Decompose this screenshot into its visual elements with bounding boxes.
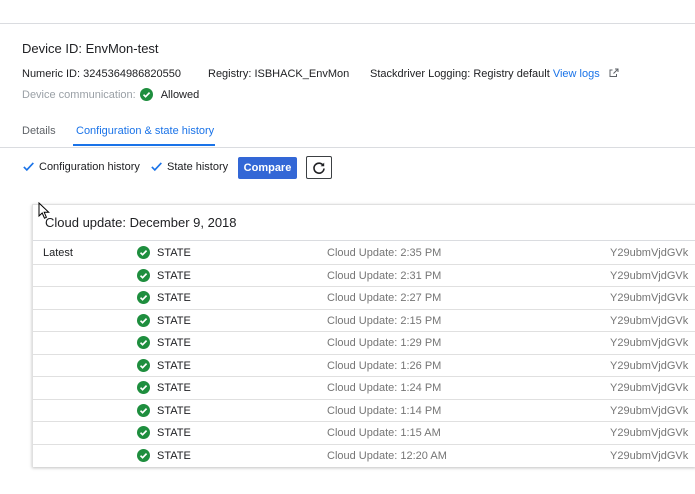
entry-type: STATE (157, 427, 191, 439)
update-time: Cloud Update: 1:29 PM (327, 337, 442, 349)
history-row[interactable]: Latest STATE Cloud Update: 2:35 PM Y29ubmVj… (33, 242, 695, 265)
history-row[interactable]: STATE Cloud Update: 2:27 PM Y29ubmVjdGVk (33, 287, 695, 310)
history-row[interactable]: STATE Cloud Update: 1:14 PM Y29ubmVjdGVk (33, 400, 695, 422)
checkmark-icon (151, 162, 162, 172)
history-row[interactable]: STATE Cloud Update: 2:15 PM Y29ubmVjdGVk (33, 310, 695, 332)
history-row[interactable]: STATE Cloud Update: 12:20 AM Y29ubmVjdGVk (33, 445, 695, 468)
check-circle-icon (137, 313, 150, 327)
version-value: Y29ubmVjdGVk (610, 337, 689, 349)
active-tab-indicator (73, 144, 215, 146)
history-row[interactable]: STATE Cloud Update: 1:24 PM Y29ubmVjdGVk (33, 377, 695, 400)
version-value: Y29ubmVjdGVk (610, 427, 689, 439)
tab-configuration-state-history[interactable]: Configuration & state history (76, 125, 214, 137)
update-time: Cloud Update: 1:26 PM (327, 359, 442, 372)
numeric-id: Numeric ID: 3245364986820550 (22, 68, 182, 80)
check-circle-icon (137, 403, 150, 417)
update-time: Cloud Update: 2:15 PM (327, 314, 442, 327)
communication-label: Device communication: (22, 88, 136, 101)
version-value: Y29ubmVjdGVk (610, 359, 689, 372)
history-row[interactable]: STATE Cloud Update: 1:15 AM Y29ubmVjdGVk (33, 422, 695, 445)
tab-details[interactable]: Details (22, 125, 56, 137)
entry-type: STATE (157, 337, 191, 349)
configuration-history-checkbox[interactable]: Configuration history (22, 160, 140, 173)
entry-type: STATE (157, 314, 191, 327)
state-history-label: State history (167, 160, 229, 173)
update-time: Cloud Update: 1:15 AM (327, 427, 441, 439)
state-history-checkbox[interactable]: State history (150, 160, 228, 173)
update-time: Cloud Update: 1:24 PM (327, 382, 442, 394)
update-time: Cloud Update: 2:31 PM (327, 269, 442, 282)
device-communication: Device communication: Allowed (22, 88, 199, 101)
version-value: Y29ubmVjdGVk (610, 382, 689, 394)
check-circle-icon (137, 448, 150, 462)
check-circle-icon (137, 358, 150, 372)
entry-type: STATE (157, 404, 191, 417)
divider (33, 240, 695, 241)
update-time: Cloud Update: 1:14 PM (327, 404, 442, 417)
version-value: Y29ubmVjdGVk (610, 292, 689, 304)
check-circle-icon (137, 336, 150, 349)
logging-label: Stackdriver Logging: Registry default (370, 68, 550, 80)
mouse-pointer-icon (38, 202, 50, 219)
version-value: Y29ubmVjdGVk (610, 449, 689, 462)
history-row[interactable]: STATE Cloud Update: 1:29 PM Y29ubmVjdGVk (33, 332, 695, 355)
check-circle-icon (137, 381, 150, 394)
version-value: Y29ubmVjdGVk (610, 314, 689, 327)
history-row[interactable]: STATE Cloud Update: 1:26 PM Y29ubmVjdGVk (33, 355, 695, 377)
update-time: Cloud Update: 12:20 AM (327, 449, 447, 462)
refresh-button[interactable] (306, 156, 332, 179)
entry-type: STATE (157, 247, 191, 259)
check-circle-icon (139, 88, 153, 101)
logging-info: Stackdriver Logging: Registry default Vi… (370, 68, 619, 81)
version-value: Y29ubmVjdGVk (610, 269, 689, 282)
view-logs-link[interactable]: View logs (553, 68, 600, 80)
device-title: Device ID: EnvMon-test (22, 41, 159, 56)
history-row[interactable]: STATE Cloud Update: 2:31 PM Y29ubmVjdGVk (33, 265, 695, 287)
refresh-icon (313, 161, 325, 174)
update-time: Cloud Update: 2:27 PM (327, 292, 442, 304)
history-date-heading: Cloud update: December 9, 2018 (45, 215, 237, 230)
check-circle-icon (137, 246, 150, 259)
entry-type: STATE (157, 382, 191, 394)
external-link-icon[interactable] (609, 68, 619, 81)
history-panel: Cloud update: December 9, 2018 Latest STA… (32, 204, 695, 467)
entry-type: STATE (157, 269, 191, 282)
history-list: Latest STATE Cloud Update: 2:35 PM Y29ubmVj… (33, 242, 695, 467)
configuration-history-label: Configuration history (39, 160, 140, 173)
entry-type: STATE (157, 449, 191, 462)
entry-type: STATE (157, 359, 191, 372)
checkmark-icon (23, 162, 34, 172)
entry-type: STATE (157, 292, 191, 304)
tab-bar: Details Configuration & state history (0, 122, 695, 148)
communication-status: Allowed (160, 88, 200, 101)
version-value: Y29ubmVjdGVk (610, 247, 689, 259)
update-time: Cloud Update: 2:35 PM (327, 247, 442, 259)
latest-label: Latest (43, 247, 73, 259)
top-app-bar (0, 0, 695, 24)
check-circle-icon (137, 291, 150, 304)
version-value: Y29ubmVjdGVk (610, 404, 689, 417)
check-circle-icon (137, 426, 150, 439)
check-circle-icon (137, 268, 150, 282)
compare-button[interactable]: Compare (238, 157, 297, 179)
registry-label: Registry: ISBHACK_EnvMon (208, 68, 350, 80)
